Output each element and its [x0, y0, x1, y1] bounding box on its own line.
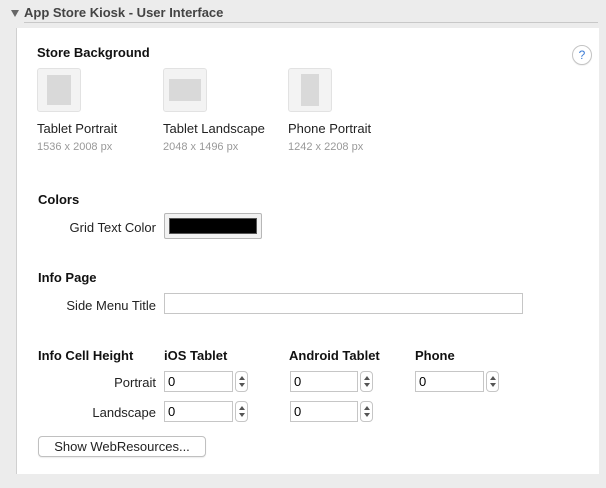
- landscape-android-tablet-input[interactable]: [290, 401, 358, 422]
- grid-text-color-label: Grid Text Color: [69, 220, 156, 235]
- colors-heading: Colors: [38, 192, 80, 207]
- portrait-ios-tablet-input[interactable]: [164, 371, 233, 392]
- stepper-up-icon[interactable]: [239, 406, 245, 410]
- stepper-up-icon[interactable]: [239, 376, 245, 380]
- portrait-placeholder-icon: [47, 75, 71, 105]
- stepper-down-icon[interactable]: [364, 383, 370, 387]
- phone-column-header: Phone: [415, 348, 455, 363]
- stepper-up-icon[interactable]: [364, 406, 370, 410]
- portrait-row-label: Portrait: [114, 375, 156, 390]
- stepper-down-icon[interactable]: [364, 413, 370, 417]
- landscape-android-tablet-stepper[interactable]: [360, 401, 373, 422]
- grid-text-color-well[interactable]: [164, 213, 262, 239]
- color-swatch: [169, 218, 257, 234]
- info-cell-height-heading: Info Cell Height: [38, 348, 134, 363]
- portrait-android-tablet-input[interactable]: [290, 371, 358, 392]
- phone-portrait-label: Phone Portrait: [288, 121, 372, 136]
- store-background-heading: Store Background: [37, 45, 150, 60]
- tablet-portrait-size: 1536 x 2008 px: [37, 141, 113, 153]
- header-divider: [24, 22, 598, 23]
- section-title: App Store Kiosk - User Interface: [24, 5, 224, 20]
- phone-portrait-image-well[interactable]: [288, 68, 332, 112]
- tablet-landscape-label: Tablet Landscape: [163, 121, 265, 136]
- tablet-portrait-image-well[interactable]: [37, 68, 81, 112]
- side-menu-title-input[interactable]: [164, 293, 523, 314]
- phone-portrait-size: 1242 x 2208 px: [288, 141, 364, 153]
- android-tablet-column-header: Android Tablet: [289, 348, 380, 363]
- side-menu-title-label: Side Menu Title: [66, 298, 156, 313]
- portrait-android-tablet-stepper[interactable]: [360, 371, 373, 392]
- stepper-down-icon[interactable]: [239, 383, 245, 387]
- stepper-down-icon[interactable]: [239, 413, 245, 417]
- landscape-ios-tablet-input[interactable]: [164, 401, 233, 422]
- stepper-up-icon[interactable]: [364, 376, 370, 380]
- disclosure-triangle-icon[interactable]: [11, 10, 19, 17]
- landscape-ios-tablet-stepper[interactable]: [235, 401, 248, 422]
- tablet-landscape-image-well[interactable]: [163, 68, 207, 112]
- tablet-portrait-label: Tablet Portrait: [37, 121, 118, 136]
- info-page-heading: Info Page: [38, 270, 97, 285]
- stepper-up-icon[interactable]: [490, 376, 496, 380]
- section-header[interactable]: App Store Kiosk - User Interface: [0, 0, 606, 24]
- landscape-row-label: Landscape: [92, 405, 156, 420]
- help-button[interactable]: ?: [572, 45, 592, 65]
- stepper-down-icon[interactable]: [490, 383, 496, 387]
- portrait-phone-stepper[interactable]: [486, 371, 499, 392]
- portrait-phone-input[interactable]: [415, 371, 484, 392]
- show-web-resources-button[interactable]: Show WebResources...: [38, 436, 206, 457]
- ios-tablet-column-header: iOS Tablet: [164, 348, 228, 363]
- landscape-placeholder-icon: [169, 79, 201, 101]
- tablet-landscape-size: 2048 x 1496 px: [163, 141, 239, 153]
- phone-placeholder-icon: [301, 74, 319, 106]
- portrait-ios-tablet-stepper[interactable]: [235, 371, 248, 392]
